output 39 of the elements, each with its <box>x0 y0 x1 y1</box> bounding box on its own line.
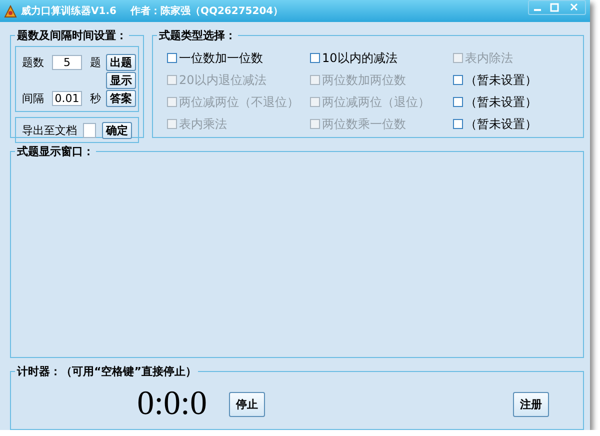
checkbox-label: 20以内退位减法 <box>179 72 266 88</box>
checkbox-label: 一位数加一位数 <box>179 50 263 66</box>
checkbox-label: （暂未设置） <box>465 72 537 88</box>
interval-unit: 秒 <box>89 90 102 106</box>
group-title: 题数及间隔时间设置： <box>16 28 128 43</box>
confirm-button[interactable]: 确定 <box>102 122 132 138</box>
author-text: 作者：陈家强（QQ26275204） <box>130 4 284 18</box>
checkbox-label: 两位数加两位数 <box>322 72 406 88</box>
count-label: 题数 <box>22 54 45 70</box>
checkbox[interactable] <box>453 97 463 107</box>
count-unit: 题 <box>89 54 102 70</box>
window-title: 威力口算训练器V1.6 <box>21 4 116 18</box>
group-title: 计时器：（可用“空格键”直接停止） <box>16 364 198 379</box>
checkbox-label: 两位减两位（退位） <box>322 94 430 110</box>
checkbox[interactable] <box>310 53 320 63</box>
checkbox-label: （暂未设置） <box>465 94 537 110</box>
checkbox-label: 两位减两位（不退位） <box>179 94 299 110</box>
group-title: 式题显示窗口： <box>16 144 95 159</box>
interval-label: 间隔 <box>22 90 45 106</box>
generate-button[interactable]: 出题 <box>106 54 136 70</box>
checkbox-label: 表内乘法 <box>179 116 227 132</box>
checkbox[interactable] <box>167 53 177 63</box>
export-field[interactable] <box>83 122 96 138</box>
group-title: 式题类型选择： <box>158 28 237 43</box>
show-button[interactable]: 显示 <box>106 72 136 88</box>
register-button[interactable]: 注册 <box>513 392 549 416</box>
checkbox[interactable] <box>453 119 463 129</box>
checkbox[interactable] <box>453 75 463 85</box>
interval-field[interactable]: 0.01 <box>52 90 82 106</box>
count-field[interactable]: 5 <box>52 54 82 70</box>
stop-button[interactable]: 停止 <box>229 392 265 416</box>
checkbox-label: 表内除法 <box>465 50 513 66</box>
checkbox-label: 两位数乘一位数 <box>322 116 406 132</box>
export-label: 导出至文档 <box>22 122 77 138</box>
answer-button[interactable]: 答案 <box>106 90 136 106</box>
app-icon <box>4 4 17 18</box>
checkbox-label: （暂未设置） <box>465 116 537 132</box>
timer-display: 0:0:0 <box>137 385 207 423</box>
checkbox-label: 10以内的减法 <box>322 50 398 66</box>
